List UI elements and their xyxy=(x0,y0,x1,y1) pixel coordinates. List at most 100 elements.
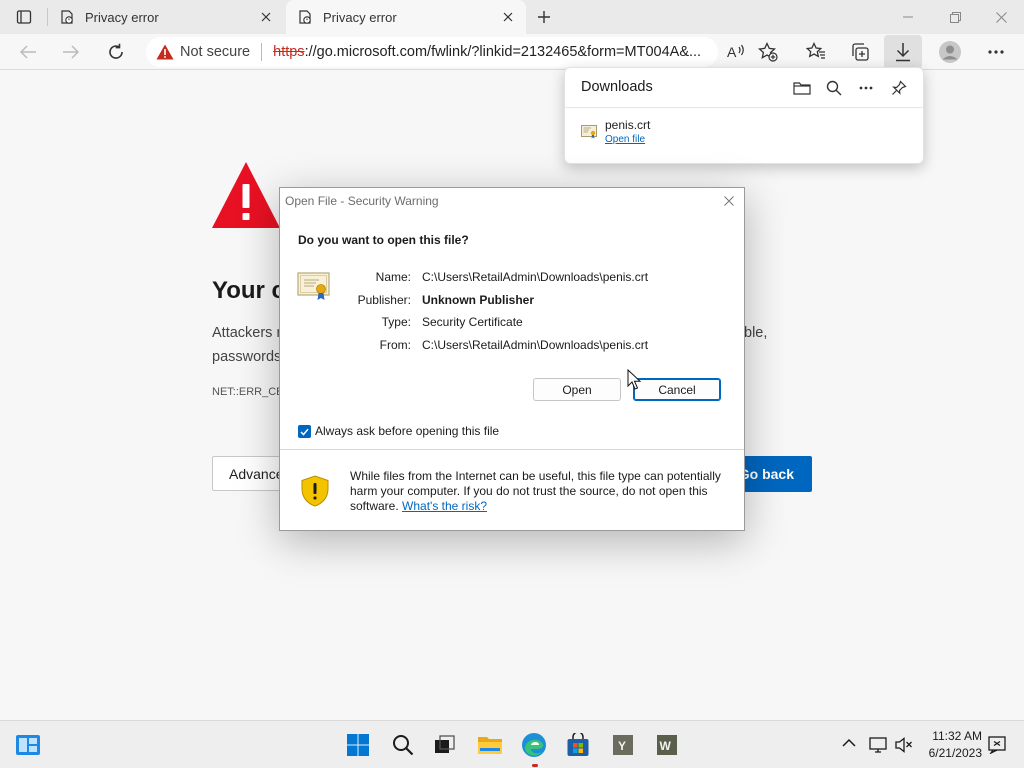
clock-time[interactable]: 11:32 AM xyxy=(920,729,982,743)
close-window-button[interactable] xyxy=(986,5,1016,29)
checkmark-icon xyxy=(300,428,309,436)
more-options-button[interactable] xyxy=(854,76,878,100)
widgets-button[interactable] xyxy=(14,731,42,759)
tab-title: Privacy error xyxy=(323,9,397,25)
minimize-button[interactable] xyxy=(893,5,923,29)
dialog-title: Open File - Security Warning xyxy=(285,194,439,208)
not-secure-label[interactable]: Not secure xyxy=(180,44,250,60)
name-label: Name: xyxy=(375,270,411,284)
search-downloads-button[interactable] xyxy=(822,76,846,100)
close-tab-icon[interactable] xyxy=(500,9,516,25)
always-ask-checkbox[interactable] xyxy=(298,425,311,438)
collections-button[interactable] xyxy=(846,38,874,66)
avatar-icon xyxy=(939,41,961,63)
advanced-label: Advance xyxy=(229,465,284,482)
tab-privacy-error-1[interactable]: Privacy error xyxy=(48,0,284,34)
app-y-button[interactable]: Y xyxy=(609,731,637,759)
shield-warning-icon xyxy=(300,475,330,512)
from-label: From: xyxy=(379,338,411,352)
certificate-file-icon xyxy=(581,125,597,144)
download-filename[interactable]: penis.crt xyxy=(605,118,650,132)
close-tab-icon[interactable] xyxy=(258,9,274,25)
url-text: ://go.microsoft.com/fwlink/?linkid=21324… xyxy=(304,44,702,60)
store-button[interactable] xyxy=(564,731,592,759)
url-scheme: https xyxy=(273,44,305,60)
minimize-icon xyxy=(903,16,913,18)
go-back-label: Go back xyxy=(738,466,794,482)
close-icon xyxy=(995,11,1007,23)
always-ask-label[interactable]: Always ask before opening this file xyxy=(315,424,499,438)
folder-icon xyxy=(478,737,502,754)
read-aloud-button[interactable]: A xyxy=(722,38,750,66)
back-button[interactable] xyxy=(14,38,42,66)
open-downloads-folder-button[interactable] xyxy=(790,76,814,100)
add-favorite-button[interactable] xyxy=(754,38,782,66)
store-icon xyxy=(567,733,589,756)
dialog-close-button[interactable] xyxy=(720,192,738,210)
cancel-button[interactable]: Cancel xyxy=(633,378,721,401)
windows-logo-icon xyxy=(347,734,369,756)
app-y-icon: Y xyxy=(613,735,633,755)
task-view-icon xyxy=(435,735,455,753)
svg-text:W: W xyxy=(660,739,672,753)
tab-title: Privacy error xyxy=(85,9,159,25)
start-button[interactable] xyxy=(344,731,372,759)
taskbar: Y W 11:32 AM 6/21/2023 xyxy=(0,720,1024,768)
favorites-button[interactable] xyxy=(802,38,830,66)
warning-triangle-icon[interactable] xyxy=(156,43,174,61)
pin-icon xyxy=(892,80,907,95)
app-w-button[interactable]: W xyxy=(653,731,681,759)
security-warning-dialog: Open File - Security Warning Do you want… xyxy=(279,187,745,531)
download-icon xyxy=(896,43,910,62)
search-icon xyxy=(826,80,842,96)
warning-text: While files from the Internet can be use… xyxy=(350,469,734,514)
type-value: Security Certificate xyxy=(422,315,523,329)
forward-arrow-icon xyxy=(63,45,80,59)
page-warning-icon xyxy=(58,8,76,26)
pin-downloads-button[interactable] xyxy=(887,76,911,100)
plus-icon xyxy=(538,11,550,23)
edge-button[interactable] xyxy=(520,731,548,759)
open-file-link[interactable]: Open file xyxy=(605,134,645,145)
large-warning-icon xyxy=(211,160,281,235)
volume-button[interactable] xyxy=(894,735,914,755)
tab-actions-icon xyxy=(16,10,32,24)
new-tab-button[interactable] xyxy=(532,5,556,29)
downloads-panel: Downloads penis.crt Open file xyxy=(564,67,924,164)
search-button[interactable] xyxy=(389,731,417,759)
mouse-cursor-icon xyxy=(627,368,642,396)
restore-button[interactable] xyxy=(940,5,970,29)
whats-the-risk-link[interactable]: What's the risk? xyxy=(402,499,487,513)
refresh-button[interactable] xyxy=(102,38,130,66)
favorites-icon xyxy=(806,42,825,59)
more-dots-icon xyxy=(988,50,1004,54)
display-tray-button[interactable] xyxy=(868,735,888,755)
file-explorer-button[interactable] xyxy=(476,731,504,759)
error-code[interactable]: NET::ERR_CE xyxy=(212,386,284,398)
cancel-label: Cancel xyxy=(658,382,696,397)
tab-actions-button[interactable] xyxy=(8,5,40,29)
publisher-value: Unknown Publisher xyxy=(422,293,535,307)
tab-privacy-error-2[interactable]: Privacy error xyxy=(286,0,526,34)
downloads-title: Downloads xyxy=(581,79,653,95)
clock-date[interactable]: 6/21/2023 xyxy=(920,746,982,760)
star-add-icon xyxy=(758,42,778,62)
open-button[interactable]: Open xyxy=(533,378,621,401)
page-body-text-line2: passwords, xyxy=(212,349,286,365)
back-arrow-icon xyxy=(19,45,36,59)
page-heading: Your c xyxy=(212,277,285,304)
name-value: C:\Users\RetailAdmin\Downloads\penis.crt xyxy=(422,270,649,284)
downloads-button[interactable] xyxy=(884,35,922,69)
widgets-icon xyxy=(16,735,40,755)
monitor-icon xyxy=(869,737,887,753)
edge-running-indicator xyxy=(532,764,538,767)
settings-more-button[interactable] xyxy=(982,38,1010,66)
notifications-button[interactable] xyxy=(987,735,1007,755)
page-warning-icon xyxy=(296,8,314,26)
address-bar[interactable]: Not secure https ://go.microsoft.com/fwl… xyxy=(146,37,718,67)
task-view-button[interactable] xyxy=(431,731,459,759)
show-hidden-icons-button[interactable] xyxy=(842,735,856,753)
profile-button[interactable] xyxy=(936,38,964,66)
speaker-muted-icon xyxy=(895,737,912,753)
forward-button[interactable] xyxy=(57,38,85,66)
